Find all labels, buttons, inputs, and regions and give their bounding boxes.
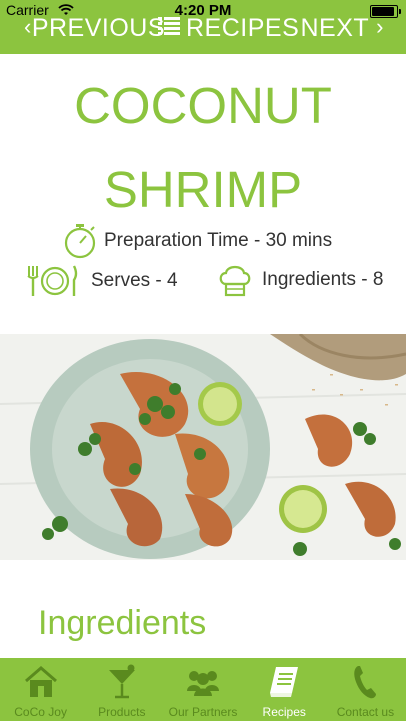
recipe-hero-image [0,334,406,560]
recipe-title: COCONUT SHRIMP [0,64,406,232]
recipe-navigation: ‹PREVIOUS RECIPES NEXT › [0,12,406,44]
recipes-label: RECIPES [186,14,300,42]
recipes-button[interactable]: RECIPES [158,14,299,43]
book-icon [268,664,300,700]
chevron-right-icon: › [376,14,384,39]
tab-recipes[interactable]: Recipes [244,658,325,721]
prep-time-text: Preparation Time - 30 mins [104,230,333,251]
prep-time-row: Preparation Time - 30 mins [62,222,332,260]
tab-bar: CoCo Joy Products Our Partners Recipes C… [0,658,406,721]
serves-row: Serves - 4 [25,262,178,300]
people-icon [186,664,220,700]
phone-icon [352,664,378,700]
tab-label: Contact us [336,705,395,719]
previous-label: PREVIOUS [31,14,166,42]
previous-button[interactable]: ‹PREVIOUS [24,14,165,43]
tab-products[interactable]: Products [81,658,162,721]
tab-coco-joy[interactable]: CoCo Joy [0,658,81,721]
plate-cutlery-icon [25,262,79,300]
ingredients-count-row: Ingredients - 8 [218,262,383,298]
ingredients-count-text: Ingredients - 8 [262,269,384,290]
cocktail-icon [107,664,137,700]
list-icon [158,14,180,43]
recipe-title-line2: SHRIMP [103,161,303,218]
tab-label: Products [98,705,146,719]
tab-our-partners[interactable]: Our Partners [162,658,243,721]
next-button[interactable]: NEXT › [300,14,384,43]
chef-hat-icon [218,262,252,298]
ingredients-heading: Ingredients [38,604,207,642]
tab-contact-us[interactable]: Contact us [325,658,406,721]
serves-text: Serves - 4 [91,270,178,291]
tab-label: CoCo Joy [14,705,67,719]
recipe-title-line1: COCONUT [74,77,332,134]
tab-label: Our Partners [168,705,238,719]
chevron-left-icon: ‹ [24,14,32,39]
top-bar: Carrier 4:20 PM ‹PREVIOUS RECIPES NEXT › [0,0,406,54]
house-icon [24,664,58,700]
next-label: NEXT [300,14,369,42]
stopwatch-icon [62,222,98,260]
tab-label: Recipes [262,705,306,719]
